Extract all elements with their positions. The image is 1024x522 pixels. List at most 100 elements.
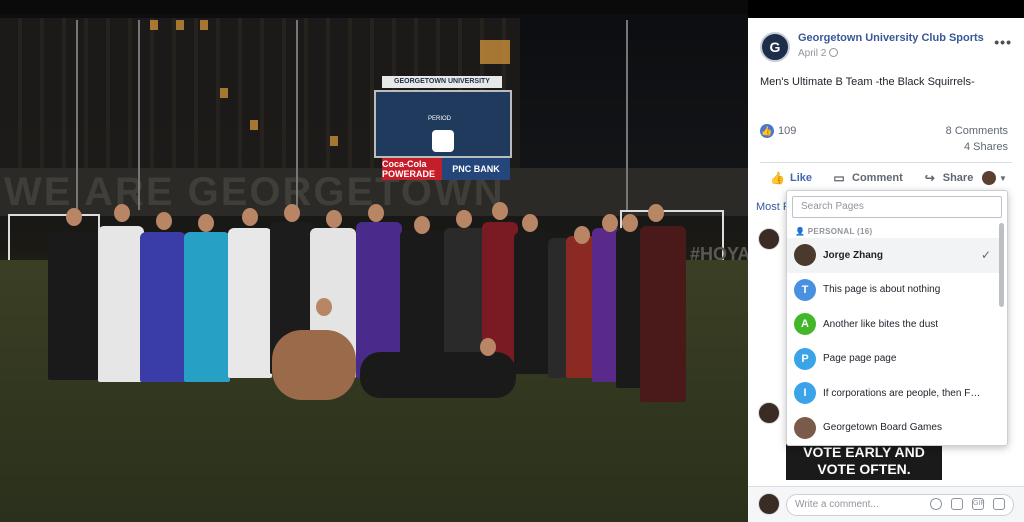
search-pages-input[interactable]: Search Pages (792, 196, 1002, 218)
page-name-link[interactable]: Georgetown University Club Sports (798, 32, 984, 44)
avatar: T (794, 278, 816, 301)
like-count[interactable]: 109 (778, 125, 796, 137)
photo-head (284, 204, 300, 222)
commenter-avatar[interactable] (758, 228, 780, 250)
photo-banner-hashtag: #HOYASAXA (690, 244, 748, 264)
comment-placeholder: Write a comment... (795, 499, 879, 510)
avatar: P (794, 347, 816, 370)
page-option-label: Another like bites the dust (823, 318, 939, 330)
page-option[interactable]: P Page page page (787, 342, 999, 377)
sticker-icon[interactable] (993, 498, 1005, 510)
photo-head (326, 210, 342, 228)
personal-section-label: PERSONAL (16) (807, 227, 873, 236)
post-photo[interactable]: WE ARE GEORGETOWN GEORGETOWN UNIVERSITY … (0, 0, 748, 522)
sponsor-banner-2: PNC BANK (442, 158, 510, 180)
photo-window (200, 20, 208, 30)
photo-pole (138, 20, 140, 210)
person-icon: 👤 (795, 227, 806, 236)
thumbs-up-icon[interactable]: 👍 (760, 124, 774, 138)
photo-person (48, 232, 98, 380)
scoreboard-period: PERIOD (428, 116, 452, 122)
photo-person (514, 232, 550, 374)
shares-count[interactable]: 4 Shares (964, 141, 1008, 153)
post-date-text[interactable]: April 2 (798, 48, 826, 59)
like-button[interactable]: 👍 Like (770, 171, 812, 185)
photo-head (480, 338, 496, 356)
photo-head (368, 204, 384, 222)
photo-head (522, 214, 538, 232)
voice-selector-dropdown: Search Pages 👤 PERSONAL (16) Jorge Zhang… (786, 190, 1008, 446)
check-icon: ✓ (980, 248, 991, 263)
reactions-row: 👍 109 8 Comments 4 Shares (760, 122, 1008, 154)
share-button[interactable]: ↪ Share (923, 171, 974, 185)
commenter-avatar[interactable] (758, 402, 780, 424)
photo-pole (296, 20, 298, 210)
caret-down-icon: ▼ (999, 173, 1007, 183)
photo-window (330, 136, 338, 146)
photo-head (602, 214, 618, 232)
pages-list: Jorge Zhang ✓ T This page is about nothing A… (787, 238, 999, 445)
action-bar: 👍 Like ▭ Comment ↪ Share ▼ (760, 162, 1012, 192)
comment-button[interactable]: ▭ Comment (832, 170, 903, 185)
avatar (794, 244, 816, 267)
photo-person (360, 352, 516, 398)
photo-person (140, 232, 186, 382)
gif-icon[interactable]: GIF (972, 498, 985, 510)
post-header: G Georgetown University Club Sports Apri… (760, 30, 1016, 66)
scoreboard-title: GEORGETOWN UNIVERSITY (382, 76, 502, 88)
photo-head (622, 214, 638, 232)
speech-bubble-icon: ▭ (833, 170, 845, 185)
share-arrow-icon: ↪ (924, 170, 935, 185)
camera-icon[interactable] (951, 498, 963, 510)
page-option[interactable]: Georgetown Board Games (787, 411, 999, 446)
page-option[interactable]: A Another like bites the dust (787, 307, 999, 342)
photo-head (114, 204, 130, 222)
photo-head (574, 226, 590, 244)
globe-icon (829, 48, 839, 57)
comment-label: Comment (852, 171, 903, 184)
avatar (758, 493, 780, 515)
photo-head (492, 202, 508, 220)
photo-head (456, 210, 472, 228)
write-comment-input[interactable]: Write a comment... GIF (786, 494, 1014, 516)
photo-head (316, 298, 332, 316)
photo-window (480, 40, 510, 64)
page-option[interactable]: T This page is about nothing (787, 273, 999, 308)
photo-person (640, 226, 686, 402)
photo-person (98, 226, 144, 382)
page-option[interactable]: Jorge Zhang ✓ (787, 238, 999, 273)
comment-tools: GIF (921, 498, 1005, 510)
section-label: 👤 PERSONAL (16) (795, 227, 872, 236)
photo-person (272, 330, 356, 400)
photo-person (228, 228, 272, 378)
page-option-label: Jorge Zhang (823, 249, 884, 261)
emoji-icon[interactable] (930, 498, 942, 510)
photo-person (184, 232, 230, 382)
page-option-label: This page is about nothing (823, 284, 941, 296)
search-pages-placeholder: Search Pages (801, 201, 864, 212)
avatar: I (794, 382, 816, 405)
page-option[interactable]: I If corporations are people, then FB p..… (787, 376, 999, 411)
page-option-label: If corporations are people, then FB p... (823, 387, 983, 399)
more-options-icon[interactable]: ••• (994, 34, 1012, 50)
photo-window (150, 20, 158, 30)
thumbs-up-icon: 👍 (770, 170, 785, 185)
photo-window (176, 20, 184, 30)
page-option-label: Georgetown Board Games (823, 422, 942, 434)
page-avatar[interactable]: G (760, 32, 790, 62)
post-date[interactable]: April 2 (798, 48, 839, 59)
sponsor-banner-1: Coca-Cola POWERADE (382, 158, 442, 180)
photo-pole (626, 20, 628, 210)
comment-composer: Write a comment... GIF (748, 486, 1024, 522)
dropdown-scrollbar[interactable] (999, 223, 1005, 443)
scoreboard-logo (432, 130, 454, 152)
photo-head (242, 208, 258, 226)
like-label: Like (790, 171, 813, 184)
comments-count[interactable]: 8 Comments (946, 125, 1008, 137)
photo-pole (76, 20, 78, 210)
share-label: Share (942, 171, 974, 184)
top-strip (0, 0, 748, 14)
scrollbar-thumb[interactable] (999, 223, 1004, 307)
actor-selector[interactable]: ▼ (982, 169, 1012, 187)
avatar (794, 416, 816, 439)
